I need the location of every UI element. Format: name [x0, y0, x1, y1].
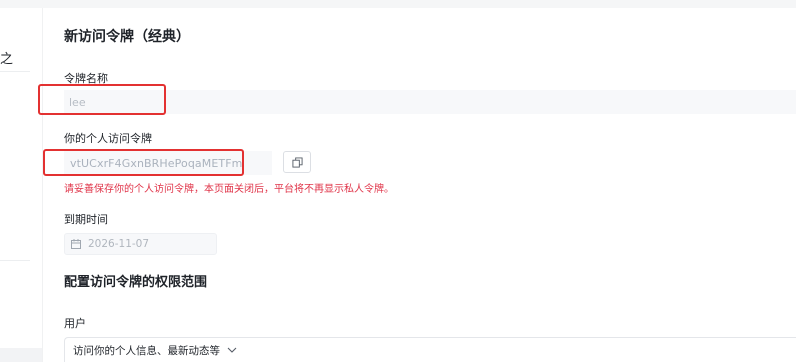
- copy-token-button[interactable]: [283, 151, 311, 173]
- token-warning-text: 请妥善保存你的个人访问令牌，本页面关闭后，平台将不再显示私人令牌。: [64, 184, 394, 195]
- sidebar-item-partial[interactable]: [0, 348, 42, 362]
- expiration-label: 到期时间: [64, 213, 108, 226]
- user-scope-select[interactable]: 访问你的个人信息、最新动态等: [64, 337, 796, 362]
- token-name-input[interactable]: lee: [64, 90, 796, 114]
- personal-token-value: vtUCxrF4GxnBRHePoqaMETFm: [70, 156, 243, 170]
- sidebar-text-fragment[interactable]: 之: [0, 48, 13, 67]
- expiration-date-field[interactable]: 2026-11-07: [64, 233, 217, 255]
- user-scope-label: 用户: [64, 317, 86, 330]
- token-name-label: 令牌名称: [64, 72, 108, 85]
- page-title: 新访问令牌（经典）: [64, 29, 190, 45]
- token-name-value: lee: [69, 95, 86, 109]
- expiration-date-value: 2026-11-07: [88, 238, 150, 250]
- sidebar-divider: [0, 71, 30, 72]
- top-bar: [0, 0, 796, 8]
- user-scope-select-value: 访问你的个人信息、最新动态等: [73, 344, 220, 357]
- sidebar-divider: [0, 260, 30, 261]
- chevron-down-icon: [227, 347, 237, 353]
- calendar-icon: [71, 239, 81, 249]
- scope-section-title: 配置访问令牌的权限范围: [64, 275, 208, 290]
- sidebar: 之: [0, 8, 43, 362]
- personal-token-field[interactable]: vtUCxrF4GxnBRHePoqaMETFm: [64, 151, 272, 175]
- copy-icon: [291, 153, 303, 172]
- personal-token-label: 你的个人访问令牌: [64, 132, 152, 145]
